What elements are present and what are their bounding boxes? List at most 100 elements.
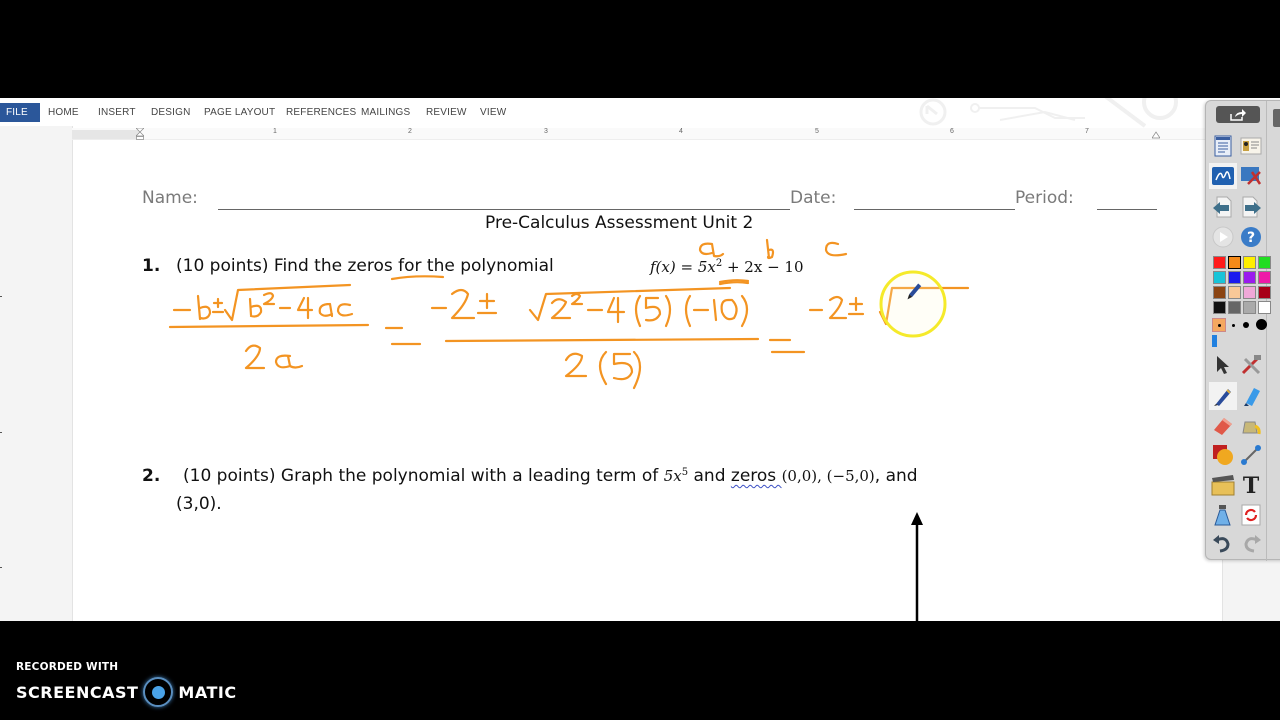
size-preview-dot xyxy=(1218,324,1221,327)
highlighter-tool-button[interactable] xyxy=(1239,384,1263,408)
tab-view[interactable]: VIEW xyxy=(474,103,512,122)
tab-home[interactable]: HOME xyxy=(42,103,85,122)
svg-text:?: ? xyxy=(1247,230,1255,246)
redo-button[interactable] xyxy=(1239,531,1263,555)
screen-capture-button[interactable] xyxy=(1211,473,1235,497)
question-1-number: 1. xyxy=(142,256,161,276)
tab-mailings[interactable]: MAILINGS xyxy=(355,103,416,122)
color-swatch[interactable] xyxy=(1228,301,1241,314)
horizontal-ruler[interactable]: 1 2 3 4 5 6 7 xyxy=(72,128,1205,140)
question-2-suffix: , and xyxy=(874,466,918,486)
color-swatch[interactable] xyxy=(1213,301,1226,314)
hammer-wrench-icon xyxy=(1241,355,1261,375)
tab-references[interactable]: REFERENCES xyxy=(280,103,362,122)
opacity-slider[interactable] xyxy=(1212,335,1217,347)
color-swatch-selected[interactable] xyxy=(1228,256,1241,269)
cursor-highlight xyxy=(879,270,947,338)
eraser-icon xyxy=(1214,418,1232,435)
color-swatch[interactable] xyxy=(1228,286,1241,299)
pen-cursor-icon xyxy=(907,283,922,300)
reset-button[interactable] xyxy=(1239,503,1263,527)
right-indent-marker-icon[interactable] xyxy=(1152,128,1160,140)
document-list-icon xyxy=(1214,135,1232,157)
color-swatch[interactable] xyxy=(1243,286,1256,299)
recorded-with-label: RECORDED WITH xyxy=(16,661,119,673)
avatar-button[interactable] xyxy=(1269,106,1280,130)
color-swatch[interactable] xyxy=(1213,256,1226,269)
date-field-line[interactable] xyxy=(854,209,1015,210)
tools-settings-icon xyxy=(1241,167,1262,185)
pen-size-large[interactable] xyxy=(1256,319,1267,330)
help-button[interactable]: ? xyxy=(1239,225,1263,249)
shapes-tool-button[interactable] xyxy=(1211,443,1235,467)
previous-page-button[interactable] xyxy=(1211,195,1235,219)
share-button[interactable] xyxy=(1216,106,1260,123)
color-swatch[interactable] xyxy=(1258,256,1271,269)
settings-tools-button[interactable] xyxy=(1239,164,1263,188)
select-tool-button[interactable] xyxy=(1211,353,1235,377)
color-swatch[interactable] xyxy=(1258,271,1271,284)
arrow-right-icon xyxy=(1242,196,1261,218)
indent-marker-icon[interactable] xyxy=(136,128,144,140)
annotate-icon xyxy=(1212,167,1234,185)
id-card-button[interactable] xyxy=(1239,134,1263,158)
next-page-button[interactable] xyxy=(1239,195,1263,219)
ink-substitution xyxy=(430,286,760,390)
circuit-watermark-icon xyxy=(919,98,1178,128)
period-field-line[interactable] xyxy=(1097,209,1157,210)
question-2-prefix: (10 points) Graph the polynomial with a … xyxy=(183,466,664,486)
tab-file[interactable]: FILE xyxy=(0,103,40,122)
undo-button[interactable] xyxy=(1211,531,1235,555)
leading-term-base: 5x xyxy=(663,467,682,485)
question-1-keyword: zeros xyxy=(347,256,393,276)
pen-size-small[interactable] xyxy=(1232,324,1235,327)
eraser-tool-button[interactable] xyxy=(1211,413,1235,437)
ink-equals-1 xyxy=(384,326,422,346)
paint-bucket-icon xyxy=(1242,421,1261,435)
play-button[interactable] xyxy=(1211,225,1235,249)
question-2-keyword[interactable]: zeros xyxy=(731,466,782,486)
color-swatch[interactable] xyxy=(1258,286,1271,299)
line-tool-button[interactable] xyxy=(1239,443,1263,467)
tab-insert[interactable]: INSERT xyxy=(92,103,142,122)
color-swatch[interactable] xyxy=(1243,301,1256,314)
tab-page-layout[interactable]: PAGE LAYOUT xyxy=(198,103,281,122)
ink-toolbar: ? T xyxy=(1205,100,1280,561)
question-2-line2: (3,0). xyxy=(176,494,222,514)
tab-review[interactable]: REVIEW xyxy=(420,103,473,122)
clear-button[interactable] xyxy=(1211,503,1235,527)
document-list-button[interactable] xyxy=(1211,134,1235,158)
color-swatch[interactable] xyxy=(1243,256,1256,269)
tools-button[interactable] xyxy=(1239,353,1263,377)
undo-icon xyxy=(1213,535,1230,553)
color-swatch[interactable] xyxy=(1258,301,1271,314)
fill-tool-button[interactable] xyxy=(1239,413,1263,437)
screencast-o-matic-logo: SCREENCAST MATIC xyxy=(16,677,237,707)
refresh-icon xyxy=(1241,504,1261,526)
toolbar-divider xyxy=(1266,101,1267,561)
ink-underline-zeros xyxy=(390,275,445,281)
color-swatch[interactable] xyxy=(1228,271,1241,284)
ruler-number: 5 xyxy=(815,128,819,135)
highlighter-icon xyxy=(1244,388,1260,406)
pen-size-medium[interactable] xyxy=(1243,322,1249,328)
equation-rhs: + 2x − 10 xyxy=(722,258,804,276)
date-label: Date: xyxy=(790,188,837,208)
text-tool-button[interactable]: T xyxy=(1239,473,1263,497)
color-swatch[interactable] xyxy=(1243,271,1256,284)
pen-tool-button[interactable] xyxy=(1209,382,1237,410)
current-pen-size[interactable] xyxy=(1212,318,1226,332)
ruler-number: 6 xyxy=(950,128,954,135)
annotate-mode-button[interactable] xyxy=(1209,163,1237,189)
period-label: Period: xyxy=(1015,188,1074,208)
color-swatch[interactable] xyxy=(1213,286,1226,299)
ruler-number: 3 xyxy=(544,128,548,135)
color-swatch[interactable] xyxy=(1213,271,1226,284)
word-window: FILE HOME INSERT DESIGN PAGE LAYOUT REFE… xyxy=(0,98,1280,621)
question-2-mid: and xyxy=(688,466,731,486)
name-field-line[interactable] xyxy=(218,209,790,210)
clapperboard-icon xyxy=(1211,475,1235,496)
vertical-ruler-tick xyxy=(0,296,2,297)
tab-design[interactable]: DESIGN xyxy=(145,103,197,122)
ruler-margin xyxy=(72,130,140,139)
